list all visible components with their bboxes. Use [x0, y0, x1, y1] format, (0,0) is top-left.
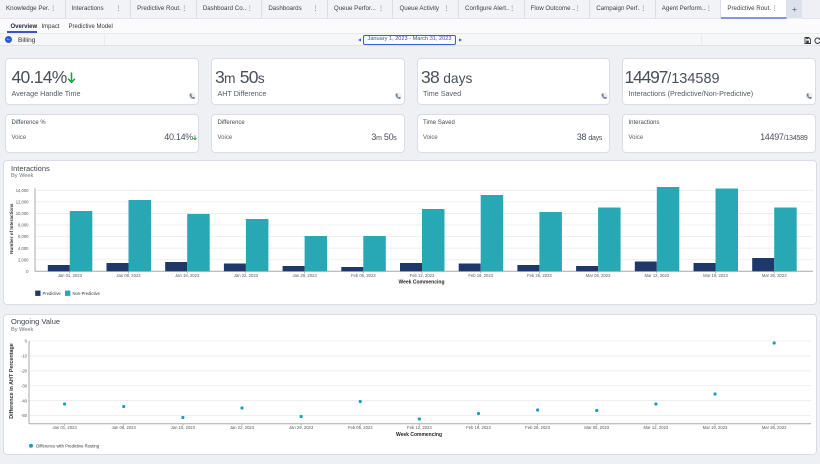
svg-text:0: 0 — [25, 339, 28, 344]
svg-text:Jan 15, 2023: Jan 15, 2023 — [175, 273, 200, 278]
svg-text:Jan 15, 2023: Jan 15, 2023 — [171, 425, 196, 430]
svg-text:Feb 26, 2023: Feb 26, 2023 — [527, 273, 552, 278]
svg-text:Mar 19, 2023: Mar 19, 2023 — [703, 273, 728, 278]
svg-text:Mar 12, 2023: Mar 12, 2023 — [644, 425, 669, 430]
svg-text:Week Commencing: Week Commencing — [398, 279, 444, 285]
svg-text:Jan 29, 2023: Jan 29, 2023 — [292, 273, 317, 278]
svg-text:-30: -30 — [21, 383, 28, 388]
svg-text:-50: -50 — [21, 413, 28, 418]
svg-text:Non-Predictive: Non-Predictive — [73, 291, 101, 296]
svg-text:8,000: 8,000 — [18, 223, 29, 228]
svg-text:Mar 26, 2023: Mar 26, 2023 — [762, 273, 787, 278]
svg-text:Feb 19, 2023: Feb 19, 2023 — [468, 273, 493, 278]
svg-text:Feb 19, 2023: Feb 19, 2023 — [466, 425, 491, 430]
svg-text:2,000: 2,000 — [18, 257, 29, 262]
svg-text:Feb 26, 2023: Feb 26, 2023 — [525, 425, 550, 430]
svg-text:Mar 12, 2023: Mar 12, 2023 — [644, 273, 669, 278]
svg-text:Jan 22, 2023: Jan 22, 2023 — [230, 425, 255, 430]
svg-text:Mar 26, 2023: Mar 26, 2023 — [762, 425, 787, 430]
svg-text:Number of Interactions: Number of Interactions — [9, 203, 14, 254]
svg-text:Mar 05, 2023: Mar 05, 2023 — [584, 425, 609, 430]
svg-text:Feb 12, 2023: Feb 12, 2023 — [407, 425, 432, 430]
svg-text:Difference in AHT Percentage: Difference in AHT Percentage — [9, 343, 15, 419]
svg-text:Difference with Predictive Rou: Difference with Predictive Routing — [36, 443, 99, 448]
svg-text:Mar 05, 2023: Mar 05, 2023 — [586, 273, 611, 278]
svg-text:Jan 29, 2023: Jan 29, 2023 — [289, 425, 314, 430]
svg-text:Jan 22, 2023: Jan 22, 2023 — [234, 273, 259, 278]
svg-text:Jan 01, 2023: Jan 01, 2023 — [58, 273, 83, 278]
svg-text:Jan 01, 2023: Jan 01, 2023 — [52, 425, 77, 430]
svg-text:Feb 05, 2023: Feb 05, 2023 — [348, 425, 373, 430]
svg-text:6,000: 6,000 — [18, 234, 29, 239]
svg-text:12,000: 12,000 — [16, 199, 29, 204]
svg-text:10,000: 10,000 — [16, 211, 29, 216]
svg-text:Feb 12, 2023: Feb 12, 2023 — [410, 273, 435, 278]
svg-text:4,000: 4,000 — [18, 246, 29, 251]
svg-text:-10: -10 — [21, 354, 28, 359]
svg-text:Jan 08, 2023: Jan 08, 2023 — [112, 425, 137, 430]
svg-text:Feb 05, 2023: Feb 05, 2023 — [351, 273, 376, 278]
svg-text:Predictive: Predictive — [43, 291, 62, 296]
svg-text:-20: -20 — [21, 368, 28, 373]
svg-text:Mar 19, 2023: Mar 19, 2023 — [703, 425, 728, 430]
svg-text:-40: -40 — [21, 398, 28, 403]
svg-text:Jan 08, 2023: Jan 08, 2023 — [116, 273, 141, 278]
svg-text:0: 0 — [26, 269, 29, 274]
svg-text:14,000: 14,000 — [16, 188, 29, 193]
svg-text:Week Commencing: Week Commencing — [396, 432, 442, 438]
